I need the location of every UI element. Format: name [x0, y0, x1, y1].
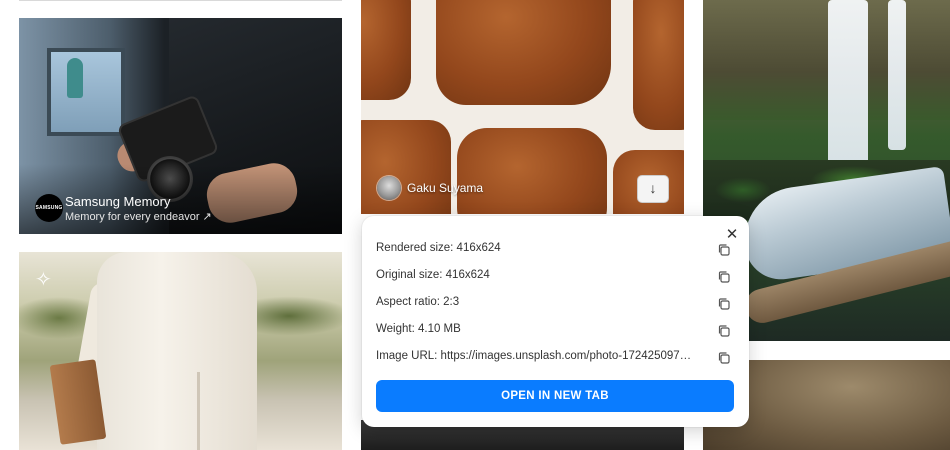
waterfall-stream — [828, 0, 868, 175]
cliff — [703, 0, 950, 120]
info-row-aspect-ratio: Aspect ratio: 2:3 — [376, 294, 730, 314]
info-label: Weight: 4.10 MB — [376, 323, 461, 335]
samsung-logo[interactable]: SAMSUNG — [35, 194, 63, 222]
giraffe-photo-card[interactable]: Gaku Suyama ↓ — [361, 0, 684, 214]
copy-icon[interactable] — [717, 324, 731, 338]
info-row-weight: Weight: 4.10 MB — [376, 321, 730, 341]
download-arrow-icon: ↓ — [649, 180, 657, 196]
ai-sparkle-icon: ✧ — [35, 269, 52, 291]
author-name[interactable]: Gaku Suyama — [407, 181, 483, 195]
window-backdrop — [47, 48, 125, 136]
fur-patch — [457, 128, 607, 214]
copy-icon[interactable] — [717, 243, 731, 257]
copy-icon[interactable] — [717, 270, 731, 284]
info-label: Image URL: https://images.unsplash.com/p… — [376, 350, 696, 362]
info-label: Rendered size: 416x624 — [376, 242, 501, 254]
info-row-image-url: Image URL: https://images.unsplash.com/p… — [376, 348, 730, 368]
info-label: Aspect ratio: 2:3 — [376, 296, 460, 308]
info-label: Original size: 416x624 — [376, 269, 490, 281]
ad-subtitle[interactable]: Memory for every endeavor ↗ — [65, 210, 212, 223]
info-row-original-size: Original size: 416x624 — [376, 267, 730, 287]
fur-patch — [633, 0, 684, 130]
image-info-popup: ✕ Rendered size: 416x624 Original size: … — [362, 216, 749, 427]
download-button[interactable]: ↓ — [637, 175, 669, 203]
info-row-rendered-size: Rendered size: 416x624 — [376, 240, 730, 260]
ad-title[interactable]: Samsung Memory — [65, 194, 170, 209]
fur-patch — [361, 120, 451, 214]
dress-slit — [197, 372, 200, 450]
author-avatar[interactable] — [377, 176, 401, 200]
samsung-ad-card[interactable]: SAMSUNG Samsung Memory Memory for every … — [19, 18, 342, 234]
top-divider-left — [19, 0, 342, 1]
waterfall-stream — [888, 0, 906, 150]
fur-patch — [436, 0, 611, 105]
background-person — [67, 58, 83, 98]
open-in-new-tab-button[interactable]: OPEN IN NEW TAB — [376, 380, 734, 412]
copy-icon[interactable] — [717, 297, 731, 311]
white-dress — [97, 252, 257, 450]
close-icon[interactable]: ✕ — [723, 226, 741, 244]
dress-photo-card[interactable]: ✧ — [19, 252, 342, 450]
fur-patch — [361, 0, 411, 100]
copy-icon[interactable] — [717, 351, 731, 365]
